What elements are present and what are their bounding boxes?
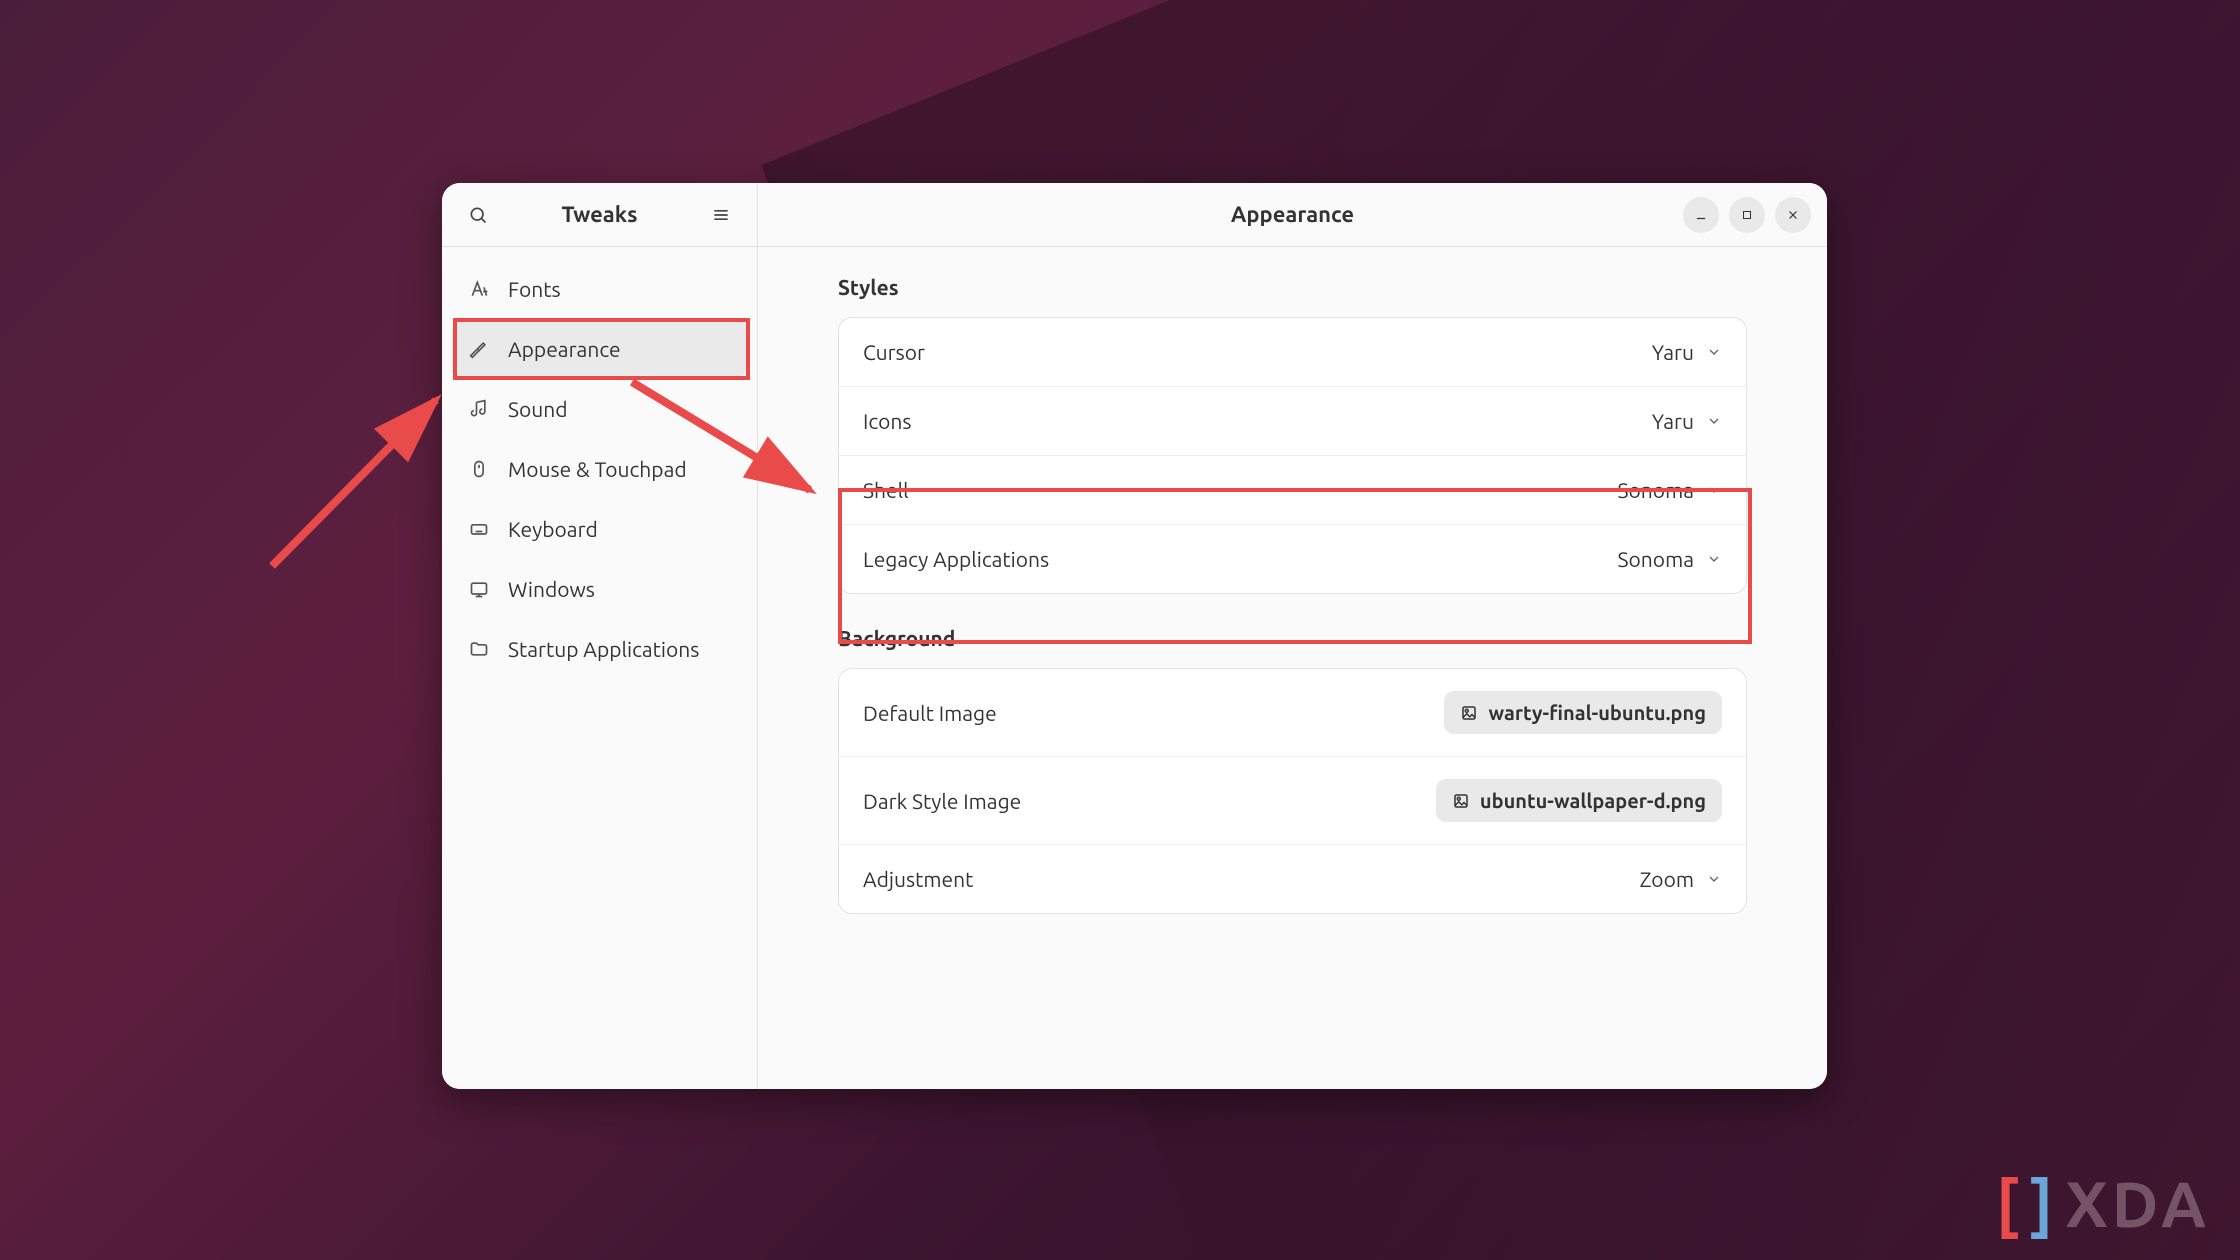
appearance-icon	[468, 338, 490, 360]
chevron-down-icon	[1706, 413, 1722, 429]
sidebar-list: Fonts Appearance Sound Mouse & Touchpad …	[442, 247, 757, 691]
mouse-icon	[468, 458, 490, 480]
sidebar-item-appearance[interactable]: Appearance	[452, 321, 747, 377]
file-picker-default-image[interactable]: warty-final-ubuntu.png	[1444, 691, 1722, 734]
sidebar-item-sound[interactable]: Sound	[452, 381, 747, 437]
image-icon	[1460, 704, 1478, 722]
maximize-icon	[1741, 209, 1753, 221]
main-header: Appearance	[758, 183, 1827, 247]
background-card: Default Image warty-final-ubuntu.png Dar…	[838, 668, 1747, 914]
app-title: Tweaks	[562, 202, 638, 227]
value-text: Sonoma	[1618, 478, 1694, 502]
close-button[interactable]	[1775, 197, 1811, 233]
watermark-text: XDA	[2065, 1168, 2210, 1240]
row-label: Cursor	[863, 340, 925, 364]
image-icon	[1452, 792, 1470, 810]
sidebar-item-keyboard[interactable]: Keyboard	[452, 501, 747, 557]
sidebar-item-label: Sound	[508, 397, 568, 421]
hamburger-icon	[711, 205, 731, 225]
file-picker-dark-style-image[interactable]: ubuntu-wallpaper-d.png	[1436, 779, 1722, 822]
sidebar-item-startup-applications[interactable]: Startup Applications	[452, 621, 747, 677]
row-label: Default Image	[863, 701, 997, 725]
minimize-button[interactable]	[1683, 197, 1719, 233]
sidebar-item-mouse-touchpad[interactable]: Mouse & Touchpad	[452, 441, 747, 497]
sidebar-item-fonts[interactable]: Fonts	[452, 261, 747, 317]
sidebar: Tweaks Fonts Appearance Sound Mouse & To…	[442, 183, 758, 1089]
row-default-image: Default Image warty-final-ubuntu.png	[839, 669, 1746, 756]
value-text: Yaru	[1652, 340, 1694, 364]
row-shell[interactable]: Shell Sonoma	[839, 455, 1746, 524]
chevron-down-icon	[1706, 871, 1722, 887]
annotation-arrow-left	[260, 320, 460, 580]
chevron-down-icon	[1706, 482, 1722, 498]
row-adjustment[interactable]: Adjustment Zoom	[839, 844, 1746, 913]
row-legacy-applications[interactable]: Legacy Applications Sonoma	[839, 524, 1746, 593]
main-panel: Appearance Styles Cursor Yaru Icons	[758, 183, 1827, 1089]
row-label: Shell	[863, 478, 909, 502]
value-text: Zoom	[1640, 867, 1694, 891]
fonts-icon	[468, 278, 490, 300]
sidebar-item-label: Keyboard	[508, 517, 598, 541]
sidebar-item-label: Mouse & Touchpad	[508, 457, 687, 481]
minimize-icon	[1694, 208, 1708, 222]
sidebar-item-windows[interactable]: Windows	[452, 561, 747, 617]
row-value: Yaru	[1652, 340, 1722, 364]
menu-button[interactable]	[703, 197, 739, 233]
bracket-right-icon: ]	[2031, 1168, 2058, 1240]
file-name: warty-final-ubuntu.png	[1488, 701, 1706, 724]
section-title-background: Background	[838, 626, 1747, 650]
section-title-styles: Styles	[838, 275, 1747, 299]
search-button[interactable]	[460, 197, 496, 233]
sidebar-item-label: Windows	[508, 577, 595, 601]
row-label: Adjustment	[863, 867, 973, 891]
row-value: Sonoma	[1618, 547, 1722, 571]
chevron-down-icon	[1706, 344, 1722, 360]
sidebar-item-label: Startup Applications	[508, 637, 699, 661]
value-text: Yaru	[1652, 409, 1694, 433]
row-value: Sonoma	[1618, 478, 1722, 502]
value-text: Sonoma	[1618, 547, 1694, 571]
row-label: Icons	[863, 409, 911, 433]
bracket-left-icon: [	[1996, 1168, 2023, 1240]
row-icons[interactable]: Icons Yaru	[839, 386, 1746, 455]
maximize-button[interactable]	[1729, 197, 1765, 233]
row-label: Legacy Applications	[863, 547, 1049, 571]
sidebar-item-label: Appearance	[508, 337, 621, 361]
sidebar-header: Tweaks	[442, 183, 757, 247]
close-icon	[1786, 208, 1800, 222]
keyboard-icon	[468, 518, 490, 540]
window-controls	[1683, 197, 1811, 233]
sound-icon	[468, 398, 490, 420]
sidebar-item-label: Fonts	[508, 277, 561, 301]
styles-card: Cursor Yaru Icons Yaru Shell	[838, 317, 1747, 594]
windows-icon	[468, 578, 490, 600]
row-dark-style-image: Dark Style Image ubuntu-wallpaper-d.png	[839, 756, 1746, 844]
search-icon	[468, 205, 488, 225]
file-name: ubuntu-wallpaper-d.png	[1480, 789, 1706, 812]
row-cursor[interactable]: Cursor Yaru	[839, 318, 1746, 386]
folder-icon	[468, 638, 490, 660]
watermark-xda: []XDA	[1996, 1168, 2210, 1240]
page-title: Appearance	[1231, 202, 1354, 227]
content-area: Styles Cursor Yaru Icons Yaru	[758, 247, 1827, 914]
row-value: Zoom	[1640, 867, 1722, 891]
tweaks-window: Tweaks Fonts Appearance Sound Mouse & To…	[442, 183, 1827, 1089]
row-label: Dark Style Image	[863, 789, 1021, 813]
chevron-down-icon	[1706, 551, 1722, 567]
row-value: Yaru	[1652, 409, 1722, 433]
